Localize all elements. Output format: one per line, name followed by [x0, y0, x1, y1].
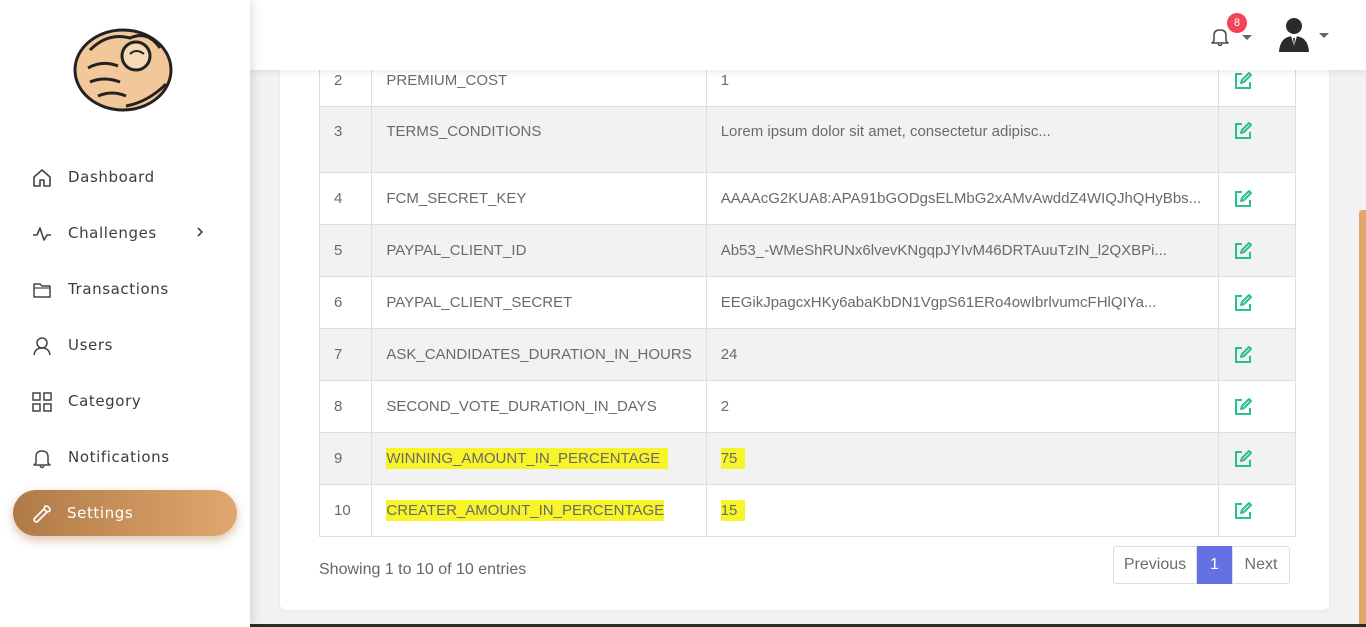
- edit-icon[interactable]: [1232, 70, 1254, 92]
- user-icon: [33, 337, 51, 356]
- folder-icon: [33, 283, 51, 298]
- table-row: 6 PAYPAL_CLIENT_SECRET EEGikJpagcxHKy6ab…: [318, 276, 1296, 329]
- setting-value: Lorem ipsum dolor sit amet, consectetur …: [705, 106, 1220, 173]
- edit-icon[interactable]: [1232, 120, 1254, 142]
- pointing-hand-logo[interactable]: [68, 20, 178, 115]
- setting-key: CREATER_AMOUNT_IN_PERCENTAGE: [371, 484, 707, 537]
- setting-value: 75: [705, 432, 1220, 485]
- chevron-down-icon[interactable]: [1319, 33, 1329, 38]
- notification-count-badge: 8: [1227, 13, 1247, 33]
- setting-value: AAAAcG2KUA8:APA91bGODgsELMbG2xAMvAwddZ4W…: [705, 172, 1220, 225]
- bell-icon: [33, 450, 51, 469]
- previous-page-button[interactable]: Previous: [1113, 546, 1197, 584]
- sidebar: Dashboard Challenges Transactions Users: [0, 0, 250, 627]
- settings-table: 2 PREMIUM_COST 1 3 TERMS_CONDITIONS Lore…: [318, 54, 1296, 537]
- action-cell: [1218, 172, 1296, 225]
- table-row: 5 PAYPAL_CLIENT_ID Ab53_-WMeShRUNx6lvevK…: [318, 224, 1296, 277]
- setting-value-text: Lorem ipsum dolor sit amet, consectetur …: [720, 123, 1051, 140]
- chevron-right-icon[interactable]: [193, 224, 207, 240]
- table-row: 7 ASK_CANDIDATES_DURATION_IN_HOURS 24: [318, 328, 1296, 381]
- page-1-button[interactable]: 1: [1197, 546, 1232, 584]
- action-cell: [1218, 106, 1296, 173]
- setting-value-text: Ab53_-WMeShRUNx6lvevKNgqpJYIvM46DRTAuuTz…: [720, 242, 1167, 259]
- row-number: 8: [318, 380, 373, 433]
- action-cell: [1218, 432, 1296, 485]
- edit-icon[interactable]: [1232, 292, 1254, 314]
- row-number: 9: [318, 432, 373, 485]
- setting-key: PAYPAL_CLIENT_ID: [371, 224, 707, 277]
- sidebar-item-label: Transactions: [68, 280, 169, 298]
- action-cell: [1218, 484, 1296, 537]
- sidebar-item-settings[interactable]: Settings: [13, 490, 237, 536]
- setting-value-text: EEGikJpagcxHKy6abaKbDN1VgpS61ERo4owIbrlv…: [720, 294, 1157, 311]
- sidebar-item-label: Settings: [67, 504, 134, 522]
- sidebar-item-dashboard[interactable]: Dashboard: [13, 154, 237, 200]
- activity-icon: [33, 227, 51, 241]
- sidebar-item-label: Dashboard: [68, 168, 155, 186]
- row-number: 3: [318, 106, 373, 173]
- row-number: 10: [318, 484, 373, 537]
- table-row: 10 CREATER_AMOUNT_IN_PERCENTAGE 15: [318, 484, 1296, 537]
- sidebar-item-label: Notifications: [68, 448, 170, 466]
- action-cell: [1218, 328, 1296, 381]
- setting-value: 15: [705, 484, 1220, 537]
- topbar: 8: [250, 0, 1366, 70]
- row-number: 5: [318, 224, 373, 277]
- next-page-button[interactable]: Next: [1232, 546, 1290, 584]
- setting-key: WINNING_AMOUNT_IN_PERCENTAGE: [371, 432, 707, 485]
- setting-key: SECOND_VOTE_DURATION_IN_DAYS: [371, 380, 707, 433]
- highlighted-value: 15: [720, 500, 746, 521]
- setting-value-text: 2: [720, 398, 730, 415]
- setting-value: EEGikJpagcxHKy6abaKbDN1VgpS61ERo4owIbrlv…: [705, 276, 1220, 329]
- action-cell: [1218, 276, 1296, 329]
- home-icon: [33, 169, 51, 187]
- grid-icon: [32, 392, 52, 412]
- table-row: 8 SECOND_VOTE_DURATION_IN_DAYS 2: [318, 380, 1296, 433]
- setting-value: 24: [705, 328, 1220, 381]
- sidebar-item-users[interactable]: Users: [13, 322, 237, 368]
- sidebar-item-transactions[interactable]: Transactions: [13, 266, 237, 312]
- highlighted-key: WINNING_AMOUNT_IN_PERCENTAGE: [386, 448, 669, 469]
- action-cell: [1218, 224, 1296, 277]
- entries-info: Showing 1 to 10 of 10 entries: [319, 561, 527, 578]
- setting-value: Ab53_-WMeShRUNx6lvevKNgqpJYIvM46DRTAuuTz…: [705, 224, 1220, 277]
- row-number: 6: [318, 276, 373, 329]
- scrollbar[interactable]: [1359, 210, 1366, 627]
- user-avatar[interactable]: [1276, 16, 1312, 52]
- row-number: 4: [318, 172, 373, 225]
- setting-key: ASK_CANDIDATES_DURATION_IN_HOURS: [371, 328, 707, 381]
- sidebar-item-category[interactable]: Category: [13, 378, 237, 424]
- edit-icon[interactable]: [1232, 240, 1254, 262]
- highlighted-value: 75: [720, 448, 746, 469]
- edit-icon[interactable]: [1232, 396, 1254, 418]
- edit-icon[interactable]: [1232, 344, 1254, 366]
- setting-value-text: AAAAcG2KUA8:APA91bGODgsELMbG2xAMvAwddZ4W…: [720, 190, 1202, 207]
- edit-icon[interactable]: [1232, 188, 1254, 210]
- setting-value: 2: [705, 380, 1220, 433]
- table-row: 9 WINNING_AMOUNT_IN_PERCENTAGE 75: [318, 432, 1296, 485]
- setting-value-text: 24: [720, 346, 738, 363]
- edit-icon[interactable]: [1232, 500, 1254, 522]
- setting-value-text: 1: [720, 72, 730, 89]
- wrench-icon: [33, 505, 51, 523]
- table-row: 4 FCM_SECRET_KEY AAAAcG2KUA8:APA91bGODgs…: [318, 172, 1296, 225]
- sidebar-item-challenges[interactable]: Challenges: [13, 210, 237, 256]
- setting-key: PAYPAL_CLIENT_SECRET: [371, 276, 707, 329]
- setting-key: FCM_SECRET_KEY: [371, 172, 707, 225]
- sidebar-item-label: Category: [68, 392, 142, 410]
- pagination: Previous 1 Next: [1113, 546, 1290, 584]
- row-number: 7: [318, 328, 373, 381]
- table-row: 3 TERMS_CONDITIONS Lorem ipsum dolor sit…: [318, 106, 1296, 173]
- sidebar-item-label: Users: [68, 336, 114, 354]
- highlighted-key: CREATER_AMOUNT_IN_PERCENTAGE: [386, 500, 665, 521]
- notification-bell-icon[interactable]: [1210, 26, 1230, 48]
- sidebar-item-notifications[interactable]: Notifications: [13, 434, 237, 480]
- setting-key: TERMS_CONDITIONS: [371, 106, 707, 173]
- action-cell: [1218, 380, 1296, 433]
- chevron-down-icon[interactable]: [1242, 35, 1252, 40]
- sidebar-item-label: Challenges: [68, 224, 157, 242]
- edit-icon[interactable]: [1232, 448, 1254, 470]
